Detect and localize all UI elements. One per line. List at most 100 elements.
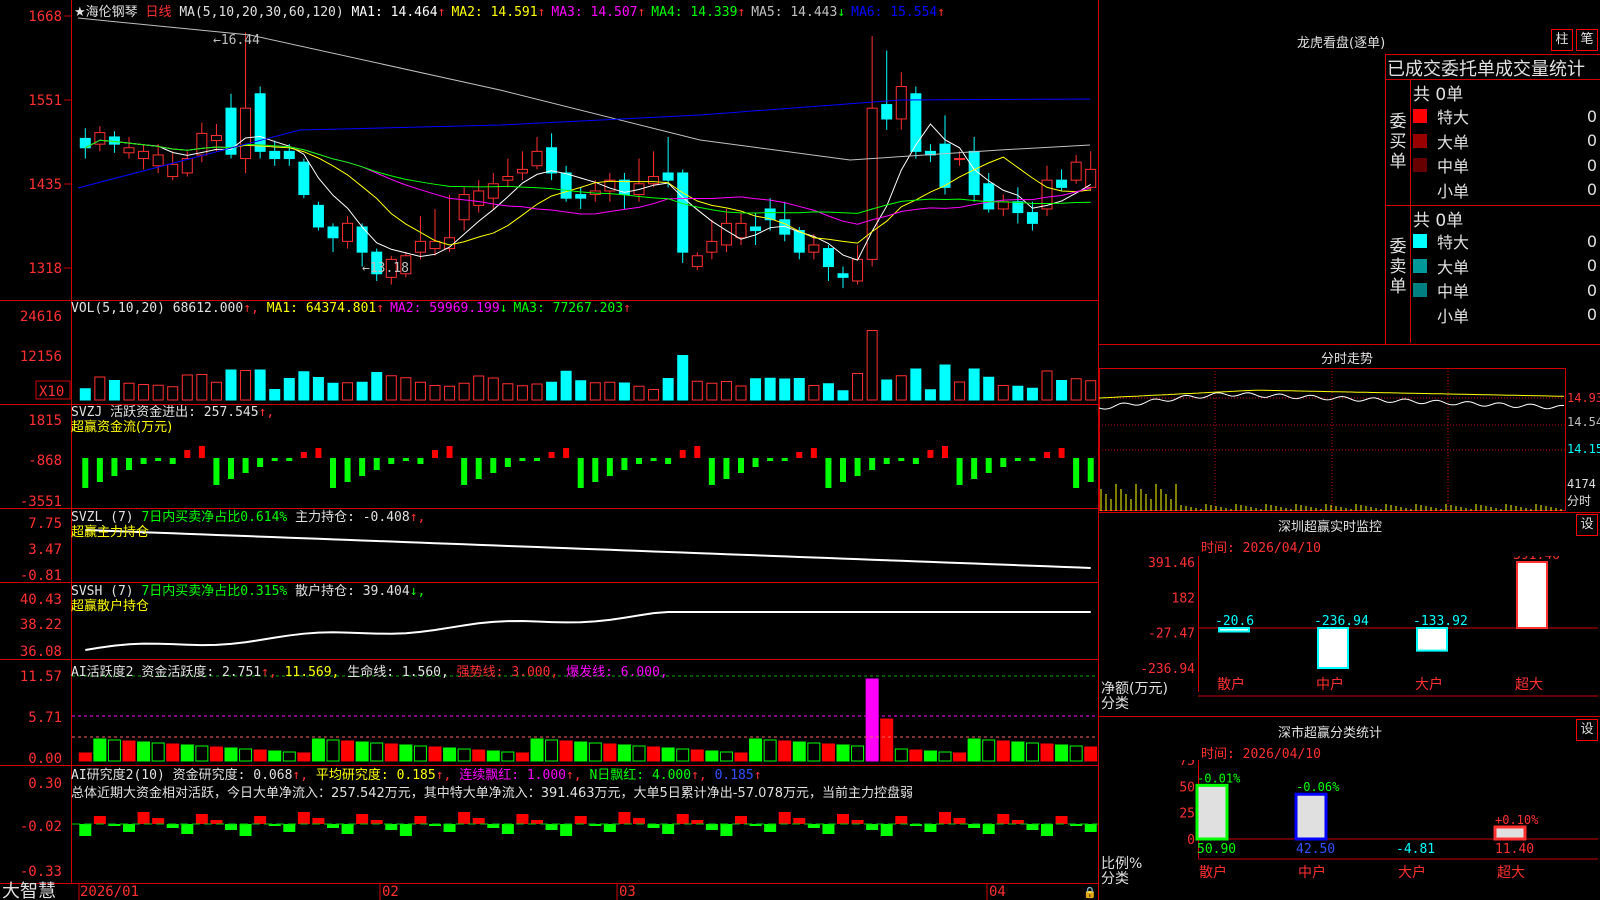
candle (123, 136, 135, 159)
panel-frames (0, 0, 1099, 900)
volume-bar (356, 381, 368, 401)
period-label[interactable]: 日线 (145, 5, 171, 20)
research-bar (531, 820, 543, 824)
color-swatch (1413, 158, 1427, 172)
research-bar (691, 820, 704, 824)
bar-mode-button[interactable]: 柱 (1551, 29, 1573, 51)
activity-bar (734, 752, 748, 762)
candle (822, 244, 834, 281)
change-label: -0.01% (1197, 771, 1241, 785)
axis-tick: 0 (1187, 833, 1195, 848)
activity-bar (1025, 742, 1039, 762)
category-label: 散户 (1217, 676, 1245, 693)
volume-bar (458, 382, 470, 401)
activity-bar (923, 750, 937, 762)
research-bar (414, 816, 427, 824)
volume-bar (546, 381, 558, 401)
research-bar (851, 820, 864, 824)
volume-bar (604, 381, 616, 401)
flow-bar (971, 458, 978, 479)
sz-monitor-settings-button[interactable]: 设 (1576, 514, 1598, 536)
price-tick: 1435 (28, 177, 62, 193)
flow-bar (330, 458, 336, 488)
order-size-label: 特大 (1437, 233, 1470, 252)
buy-side-label: 委买单 (1389, 112, 1407, 172)
volume-bar (954, 381, 966, 401)
axis-tick: 75 (1179, 760, 1195, 769)
volume-bar (691, 380, 703, 401)
order-count: 0 (1586, 180, 1597, 199)
ai2-tick: 0.30 (28, 776, 62, 792)
volume-bar (429, 385, 441, 401)
research-bar (662, 824, 675, 834)
activity-bar (370, 742, 384, 762)
ai1-value: 2.751 (221, 665, 262, 680)
research-bar (166, 824, 179, 828)
order-count: 0 (1586, 256, 1597, 275)
flow-bar (854, 458, 861, 476)
order-stat-row: 特大00% (1413, 104, 1600, 128)
candle (837, 266, 849, 289)
activity-bar (661, 747, 675, 762)
intraday-chart[interactable]: 14.93 14.54 14.15 4174 分时 (1099, 368, 1600, 512)
order-count: 0 (1586, 280, 1597, 300)
order-stat-row: 中单00% (1413, 153, 1600, 177)
research-bar (225, 824, 237, 830)
activity-bar (705, 750, 719, 762)
axis-tick: -27.47 (1148, 627, 1195, 642)
research-bar (895, 816, 908, 824)
candle (633, 158, 645, 202)
activity-bar (967, 738, 981, 762)
flow-bar (184, 450, 191, 458)
research-bar (647, 824, 660, 828)
sz-class-settings-button[interactable]: 设 (1576, 719, 1598, 741)
flow-bar (504, 458, 511, 467)
research-bar (866, 824, 879, 830)
date-tick: 02 (382, 884, 399, 900)
candle (79, 128, 91, 159)
main-chart-area[interactable]: ←16.44 ←13.18 1668 1551 1435 1318 24616 … (0, 0, 1099, 900)
color-swatch (1413, 109, 1427, 123)
sz-monitor-time: 时间: 2026/04/10 (1201, 541, 1321, 556)
date-tick: 04 (989, 884, 1006, 900)
svsh-header: SVSH (7) 7日内买卖净占比0.315% 散户持仓: 39.404↓, 超… (71, 584, 426, 614)
tick-mode-button[interactable]: 笔 (1576, 29, 1598, 51)
stock-name[interactable]: ★海伦钢琴 (74, 5, 138, 20)
candle (1056, 169, 1068, 191)
volume-bar (327, 382, 339, 401)
volume-bar (881, 379, 893, 401)
candle (1026, 201, 1038, 231)
candle (327, 223, 339, 253)
candle (531, 136, 543, 170)
order-count: 0 (1586, 231, 1597, 251)
sz-class-title: 深市超赢分类统计 (1278, 726, 1383, 741)
research-bar (574, 816, 587, 824)
volume-bar (808, 385, 820, 401)
flow-bar (767, 458, 774, 461)
vol-tick: 24616 (20, 309, 62, 325)
candle (298, 158, 310, 199)
order-stat-row: 大单00% (1413, 254, 1600, 278)
flow-bar (956, 458, 963, 485)
flow-bar (1000, 458, 1007, 467)
flow-bar (242, 458, 249, 473)
activity-bar (268, 750, 282, 762)
volume-bar (1012, 385, 1024, 401)
svzl-tick: -0.81 (20, 568, 62, 584)
volume-bar (283, 378, 295, 401)
order-size-label: 小单 (1437, 181, 1470, 201)
svzj-subtitle: 超赢资金流(万元) (71, 420, 173, 435)
flow-bar (1029, 458, 1036, 461)
category-label: 大户 (1415, 676, 1443, 693)
flow-bar (636, 458, 642, 464)
svsh-line (85, 611, 1091, 651)
activity-bar (821, 743, 835, 762)
research-bar (123, 824, 135, 832)
activity-bar (617, 744, 631, 762)
flow-bar (300, 452, 307, 458)
flow-bar (96, 458, 103, 482)
candle (735, 212, 747, 245)
lock-icon[interactable]: 🔒 (1083, 886, 1097, 899)
candle (516, 151, 528, 181)
flow-bar (169, 458, 176, 464)
